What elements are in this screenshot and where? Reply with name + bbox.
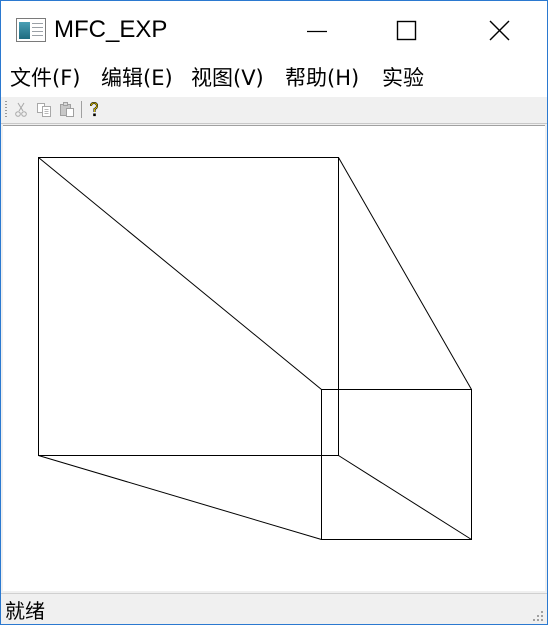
paste-icon	[60, 102, 74, 117]
maximize-icon	[396, 20, 417, 41]
app-window: MFC_EXP 文件(F) 编辑(E) 视图(V) 帮助(H) 实验 就绪	[0, 0, 548, 625]
close-icon	[489, 20, 510, 41]
toolbar-separator	[81, 101, 82, 118]
minimize-button[interactable]	[271, 1, 363, 59]
edge-diagonal	[38, 157, 322, 390]
copy-icon	[37, 103, 51, 117]
minimize-icon	[307, 30, 327, 33]
back-face	[321, 389, 472, 540]
status-bar: 就绪	[1, 593, 547, 624]
toolbar	[1, 97, 547, 124]
title-bar[interactable]: MFC_EXP	[1, 1, 547, 59]
cut-button[interactable]	[13, 101, 29, 118]
edge-bottom-left	[38, 455, 322, 540]
front-face	[38, 157, 339, 456]
menu-experiment[interactable]: 实验	[382, 64, 424, 92]
menu-view[interactable]: 视图(V)	[191, 64, 264, 92]
help-icon	[90, 101, 99, 117]
close-button[interactable]	[455, 1, 547, 59]
menu-bar: 文件(F) 编辑(E) 视图(V) 帮助(H) 实验	[1, 59, 547, 97]
status-text: 就绪	[5, 599, 45, 623]
resize-grip-icon[interactable]	[532, 610, 544, 622]
menu-file[interactable]: 文件(F)	[10, 64, 80, 92]
cut-icon	[15, 102, 27, 117]
edge-top-right	[338, 157, 472, 390]
app-icon[interactable]	[16, 18, 46, 42]
paste-button[interactable]	[59, 101, 75, 118]
wireframe-drawing	[38, 157, 472, 540]
menu-edit[interactable]: 编辑(E)	[101, 64, 173, 92]
drawing-canvas[interactable]	[3, 125, 545, 591]
toolbar-grip[interactable]	[5, 101, 7, 118]
window-title: MFC_EXP	[54, 16, 168, 43]
edge-bottom-right	[338, 455, 472, 540]
menu-help[interactable]: 帮助(H)	[285, 64, 359, 92]
copy-button[interactable]	[36, 101, 52, 118]
maximize-button[interactable]	[363, 1, 455, 59]
help-button[interactable]	[86, 101, 102, 118]
